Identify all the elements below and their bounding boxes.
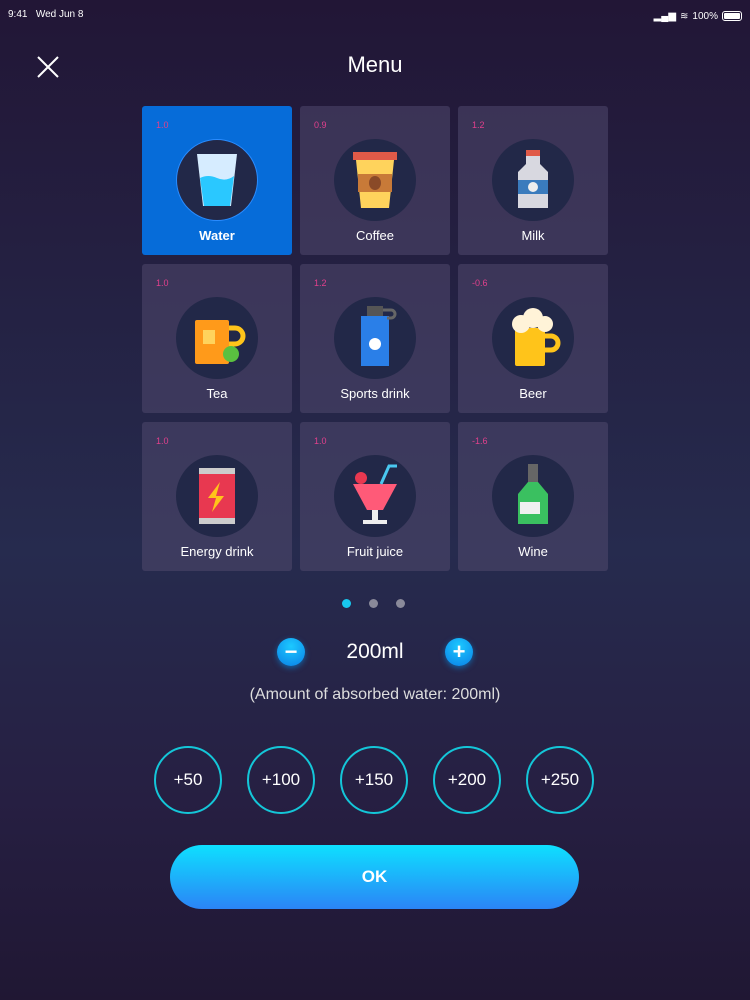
drink-icon-circle <box>492 455 574 537</box>
wine-bottle-icon <box>518 464 548 524</box>
signal-icon: ▂▄▆ <box>653 10 677 22</box>
sports-bottle-icon <box>361 306 397 366</box>
drink-label: Wine <box>518 544 548 559</box>
plus-icon: + <box>452 639 466 664</box>
quick-add-50-button[interactable]: +50 <box>154 746 222 814</box>
date: Wed Jun 8 <box>35 9 84 20</box>
minus-icon: − <box>284 639 298 664</box>
battery-icon <box>722 11 742 21</box>
drink-icon-circle <box>334 297 416 379</box>
decrease-button[interactable]: − <box>277 638 305 666</box>
page-dot[interactable] <box>342 599 351 608</box>
hydration-factor: -0.6 <box>472 278 488 288</box>
drink-card-fruit-juice[interactable]: 1.0 Fruit juice <box>300 422 450 571</box>
hydration-factor: 1.0 <box>156 278 169 288</box>
quick-add-100-button[interactable]: +100 <box>247 746 315 814</box>
tea-mug-icon <box>195 320 246 364</box>
page-dot[interactable] <box>369 599 378 608</box>
drink-label: Beer <box>519 386 547 401</box>
increase-button[interactable]: + <box>445 638 473 666</box>
drink-label: Coffee <box>355 228 395 243</box>
drink-icon-circle <box>176 455 258 537</box>
hydration-factor: 1.2 <box>314 278 327 288</box>
amount-stepper: − 200ml + <box>0 638 750 666</box>
drink-card-energy-drink[interactable]: 1.0 Energy drink <box>142 422 292 571</box>
drink-grid: 1.0 Water 0.9 Coffee 1.2 Milk 1.0 Tea 1.2 Sp… <box>142 106 608 571</box>
drink-label: Energy drink <box>180 544 254 559</box>
quick-add-buttons: +50 +100 +150 +200 +250 <box>154 746 594 814</box>
wifi-icon: ≋ <box>680 10 689 22</box>
quick-add-250-button[interactable]: +250 <box>526 746 594 814</box>
quick-add-150-button[interactable]: +150 <box>340 746 408 814</box>
absorbed-amount-text: (Amount of absorbed water: 200ml) <box>249 686 501 703</box>
quick-add-200-button[interactable]: +200 <box>433 746 501 814</box>
drink-icon-circle <box>492 297 574 379</box>
hydration-factor: 1.0 <box>314 436 327 446</box>
drink-card-milk[interactable]: 1.2 Milk <box>458 106 608 255</box>
drink-icon-circle <box>492 139 574 221</box>
page-dot[interactable] <box>396 599 405 608</box>
drink-label: Sports drink <box>340 386 410 401</box>
drink-card-beer[interactable]: -0.6 Beer <box>458 264 608 413</box>
hydration-factor: 1.0 <box>156 120 169 130</box>
time: 9:41 <box>8 9 28 20</box>
page-indicator <box>342 599 405 608</box>
water-glass-icon <box>197 154 237 206</box>
hydration-factor: 1.2 <box>472 120 485 130</box>
drink-label: Milk <box>521 228 545 243</box>
drink-card-sports-drink[interactable]: 1.2 Sports drink <box>300 264 450 413</box>
energy-can-icon <box>199 468 235 524</box>
page-title: Menu <box>347 52 403 77</box>
coffee-cup-icon <box>353 152 397 208</box>
battery-level: 100% <box>692 10 718 22</box>
hydration-factor: -1.6 <box>472 436 488 446</box>
drink-label: Water <box>199 228 235 243</box>
hydration-factor: 1.0 <box>156 436 169 446</box>
ok-button[interactable]: OK <box>170 845 579 909</box>
drink-icon-circle <box>176 139 258 221</box>
drink-card-tea[interactable]: 1.0 Tea <box>142 264 292 413</box>
drink-card-coffee[interactable]: 0.9 Coffee <box>300 106 450 255</box>
drink-card-water[interactable]: 1.0 Water <box>142 106 292 255</box>
drink-label: Tea <box>206 386 228 401</box>
drink-icon-circle <box>176 297 258 379</box>
amount-value: 200ml <box>346 640 404 663</box>
juice-glass-icon <box>353 464 397 524</box>
hydration-factor: 0.9 <box>314 120 327 130</box>
status-bar: 9:41 Wed Jun 8 ▂▄▆ ≋ 100% <box>8 9 742 23</box>
drink-label: Fruit juice <box>346 544 404 559</box>
beer-mug-icon <box>512 308 561 366</box>
drink-icon-circle <box>334 455 416 537</box>
drink-card-wine[interactable]: -1.6 Wine <box>458 422 608 571</box>
drink-icon-circle <box>334 139 416 221</box>
milk-bottle-icon <box>518 150 548 208</box>
